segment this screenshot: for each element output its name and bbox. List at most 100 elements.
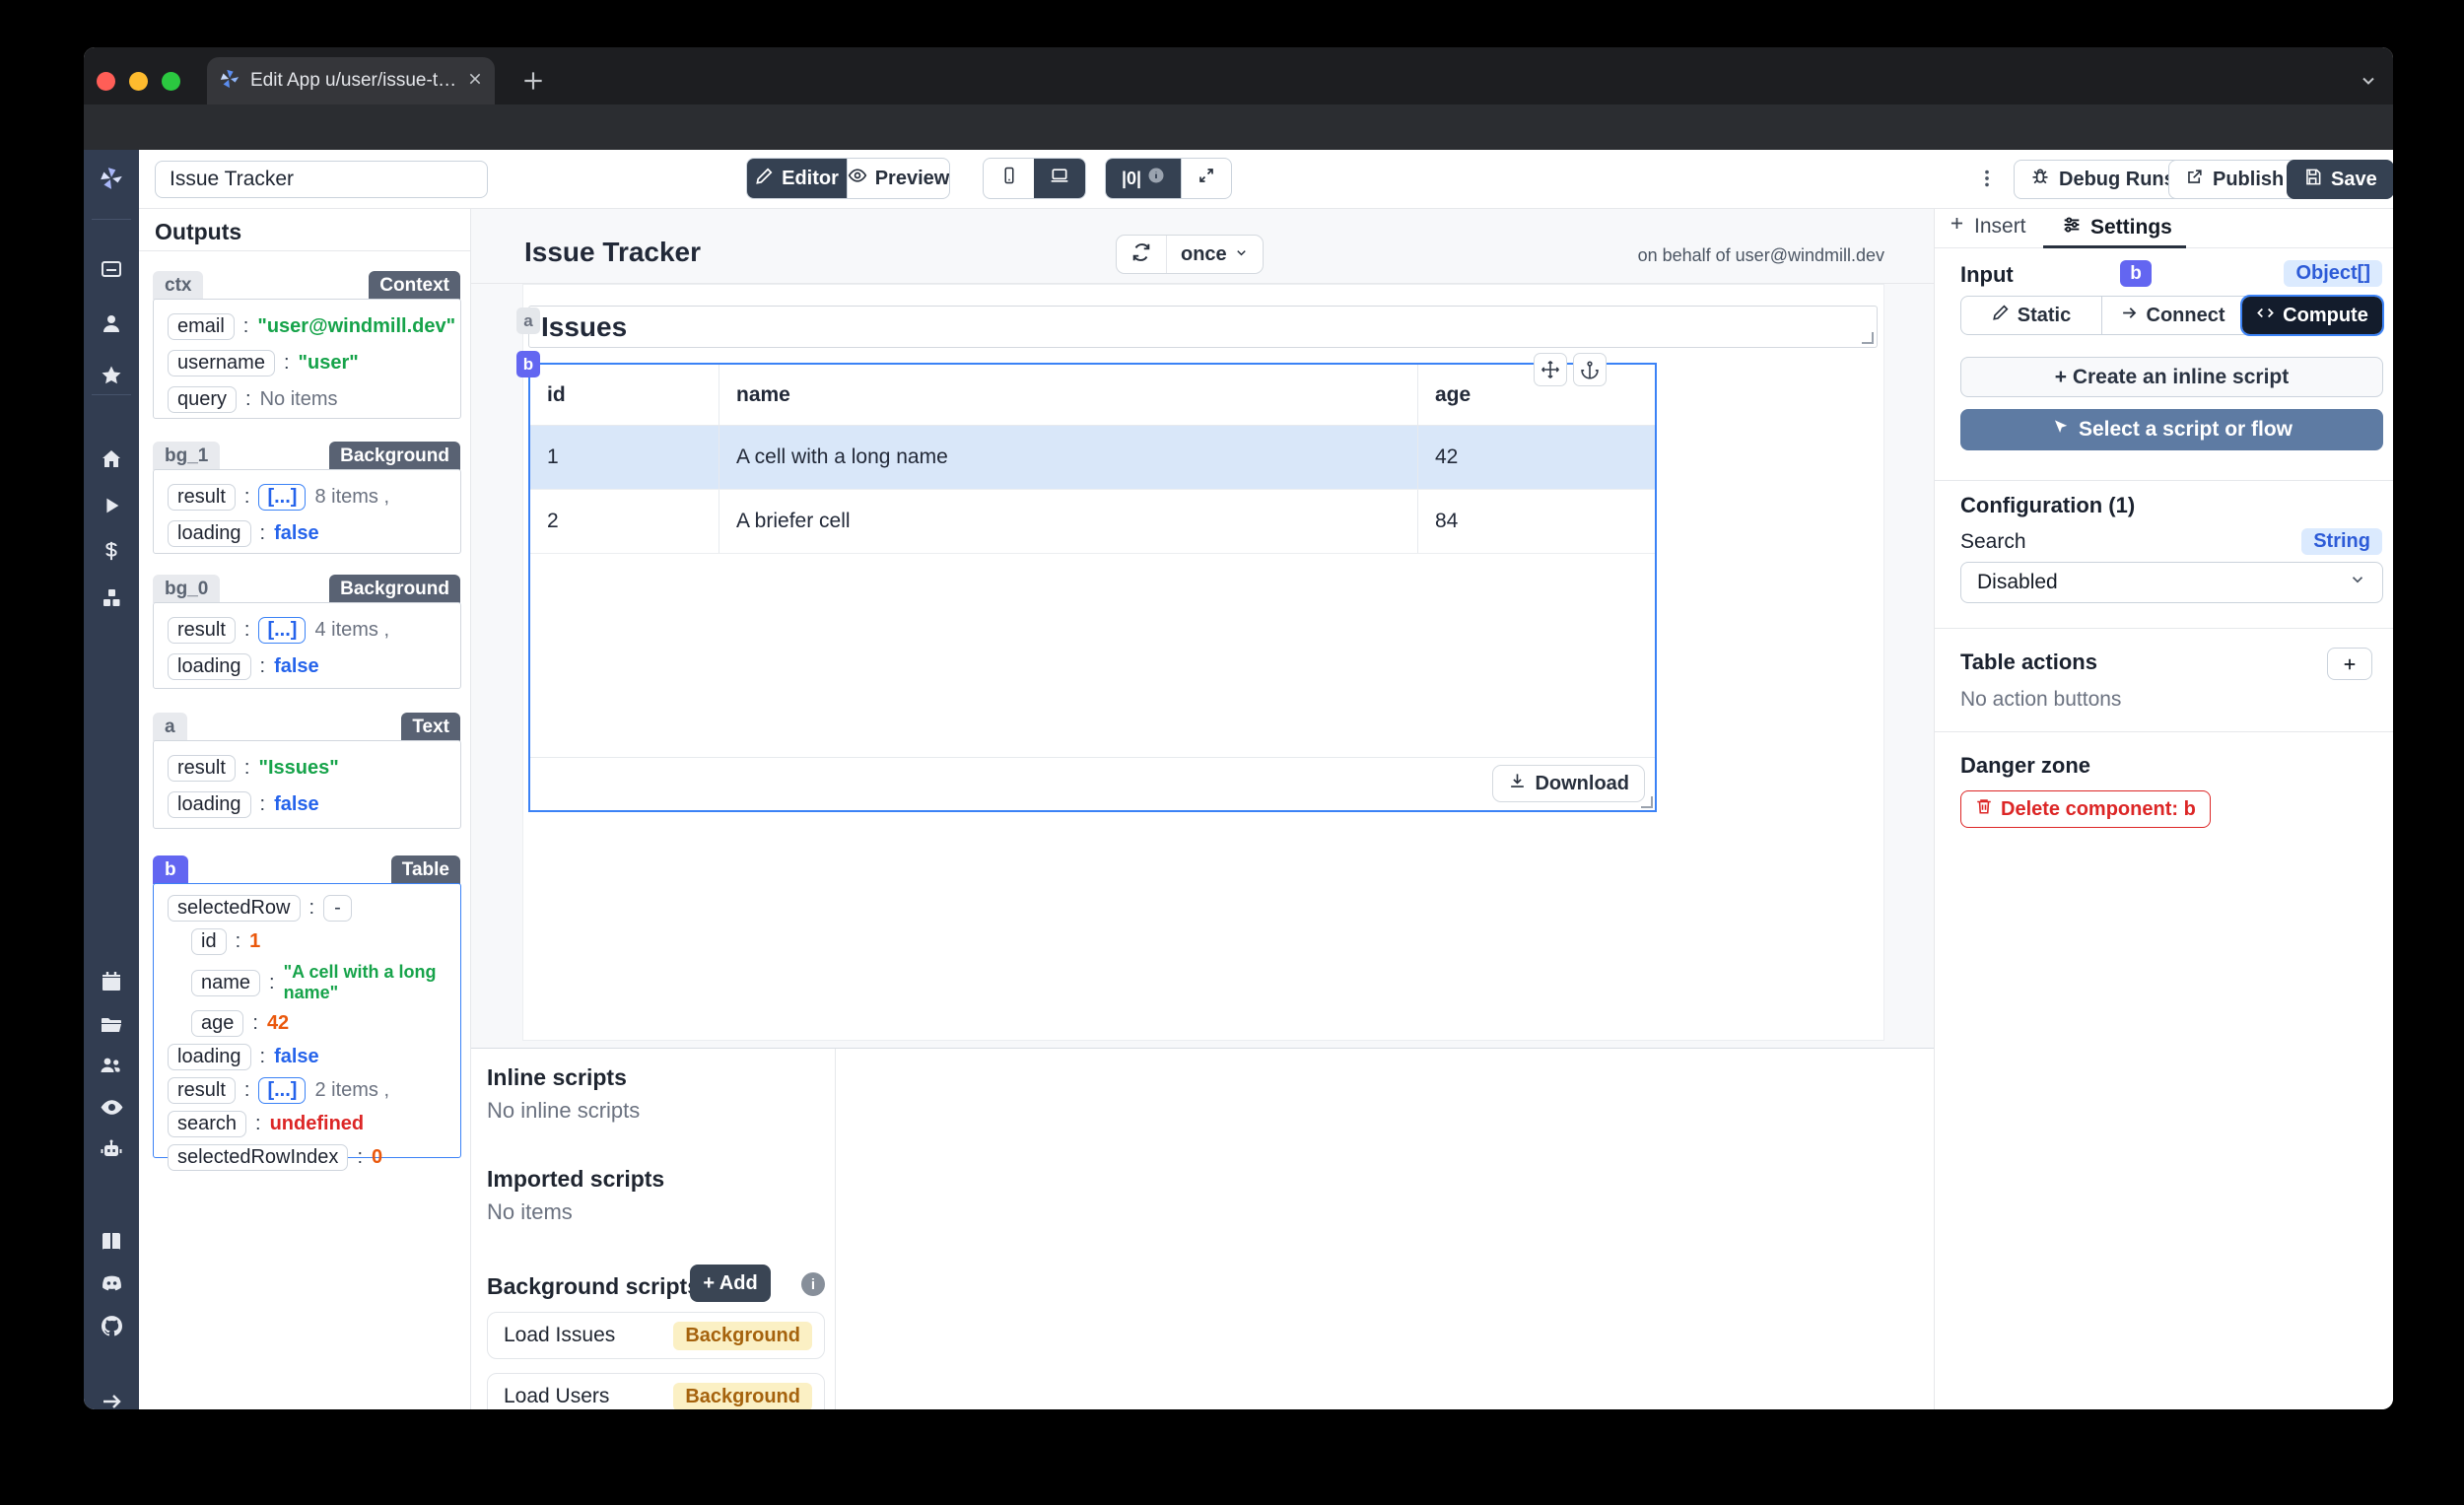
output-key[interactable]: loading <box>168 520 251 547</box>
save-button[interactable]: Save <box>2287 160 2393 199</box>
background-script-item[interactable]: Load Issues Background <box>487 1312 825 1359</box>
output-key[interactable]: loading <box>168 791 251 818</box>
new-tab-button[interactable] <box>520 68 546 99</box>
static-mode-button[interactable]: Static <box>1961 297 2101 334</box>
output-card-a[interactable]: result: "Issues" loading: false <box>153 740 461 829</box>
refresh-button[interactable] <box>1117 236 1166 273</box>
github-icon[interactable] <box>99 1313 124 1338</box>
output-key[interactable]: result <box>168 484 236 511</box>
eye-icon <box>848 166 867 191</box>
resources-boxes-icon[interactable] <box>99 585 124 611</box>
close-tab-icon[interactable] <box>467 71 483 92</box>
audit-eye-icon[interactable] <box>99 1094 124 1120</box>
tab-settings[interactable]: Settings <box>2061 214 2172 241</box>
output-key[interactable]: loading <box>168 1044 251 1070</box>
windmill-logo[interactable] <box>99 166 124 191</box>
table-row[interactable]: 1 A cell with a long name 42 <box>530 426 1655 490</box>
compute-mode-button[interactable]: Compute <box>2240 295 2384 336</box>
app-name-input[interactable]: Issue Tracker <box>155 161 488 198</box>
table-row[interactable]: 2 A briefer cell 84 <box>530 490 1655 554</box>
component-b-table[interactable]: id name age 1 A cell with a long name 42… <box>528 363 1657 812</box>
output-card-bg1[interactable]: result: [...] 8 items , loading: false <box>153 469 461 554</box>
add-table-action-button[interactable] <box>2327 648 2372 680</box>
home-icon[interactable] <box>99 446 124 472</box>
background-script-item[interactable]: Load Users Background <box>487 1373 825 1409</box>
publish-button[interactable]: Publish <box>2168 160 2301 199</box>
variables-dollar-icon[interactable] <box>99 538 124 564</box>
connect-mode-button[interactable]: Connect <box>2101 297 2242 334</box>
ai-robot-icon[interactable] <box>99 1136 124 1162</box>
output-card-tab-a[interactable]: a <box>153 713 187 741</box>
output-card-tab-ctx[interactable]: ctx <box>153 271 204 300</box>
folders-icon[interactable] <box>99 1012 124 1038</box>
component-b-tab[interactable]: b <box>516 351 540 377</box>
output-key[interactable]: selectedRow <box>168 895 301 922</box>
info-icon[interactable]: i <box>801 1272 825 1296</box>
column-header[interactable]: id <box>530 365 719 425</box>
apps-icon[interactable] <box>99 256 124 282</box>
minimize-window-button[interactable] <box>129 72 148 91</box>
debug-runs-button[interactable]: Debug Runs <box>2014 160 2192 199</box>
output-key[interactable]: search <box>168 1111 247 1137</box>
output-card-bg0[interactable]: result: [...] 4 items , loading: false <box>153 602 461 689</box>
user-icon[interactable] <box>99 310 124 336</box>
add-background-script-button[interactable]: + Add <box>690 1265 771 1302</box>
output-key[interactable]: email <box>168 313 235 340</box>
output-key[interactable]: query <box>168 386 238 413</box>
schedules-calendar-icon[interactable] <box>99 969 124 994</box>
output-card-b[interactable]: selectedRow: - id:1 name: "A cell with a l… <box>153 883 461 1171</box>
output-key[interactable]: result <box>168 755 236 782</box>
download-button[interactable]: Download <box>1492 765 1645 802</box>
resize-handle[interactable] <box>1641 796 1653 808</box>
output-key[interactable]: username <box>168 350 275 376</box>
close-window-button[interactable] <box>97 72 115 91</box>
output-key[interactable]: result <box>168 617 236 644</box>
toggle-outputs-panel-button[interactable]: |0| <box>1106 159 1181 198</box>
create-inline-script-button[interactable]: + Create an inline script <box>1960 357 2383 397</box>
delete-component-button[interactable]: Delete component: b <box>1960 790 2211 828</box>
select-script-label: Select a script or flow <box>2078 418 2293 441</box>
download-label: Download <box>1535 772 1629 794</box>
array-pill[interactable]: [...] <box>258 617 307 644</box>
output-card-tab-bg0[interactable]: bg_0 <box>153 575 221 603</box>
output-key[interactable]: loading <box>168 653 251 680</box>
dash-pill[interactable]: - <box>323 895 352 922</box>
more-options-kebab-icon[interactable] <box>1976 168 1998 194</box>
array-pill[interactable]: [...] <box>258 484 307 511</box>
component-a-text[interactable]: Issues <box>528 306 1878 348</box>
preview-tab[interactable]: Preview <box>847 159 949 198</box>
maximize-window-button[interactable] <box>162 72 180 91</box>
favorites-star-icon[interactable] <box>99 363 124 388</box>
output-key[interactable]: id <box>191 928 227 955</box>
tab-search-chevron-icon[interactable] <box>2359 71 2378 96</box>
runs-play-icon[interactable] <box>99 493 124 518</box>
groups-users-icon[interactable] <box>99 1053 124 1078</box>
output-key[interactable]: name <box>191 969 261 996</box>
output-card-ctx[interactable]: email: "user@windmill.dev" username: "user… <box>153 299 461 419</box>
resize-handle[interactable] <box>1862 332 1874 344</box>
desktop-view-button[interactable] <box>1034 159 1085 198</box>
column-header[interactable]: name <box>719 365 1417 425</box>
discord-icon[interactable] <box>99 1269 124 1295</box>
tab-insert[interactable]: Insert <box>1948 214 2026 239</box>
component-a-tab[interactable]: a <box>516 308 540 334</box>
editor-tab[interactable]: Editor <box>747 159 847 198</box>
output-key[interactable]: age <box>191 1010 244 1037</box>
docs-book-icon[interactable] <box>99 1229 124 1255</box>
component-type-badge: Text <box>401 713 460 741</box>
move-component-button[interactable] <box>1534 353 1567 386</box>
scripts-panel: Inline scripts No inline scripts Importe… <box>471 1048 1934 1409</box>
browser-tab[interactable]: Edit App u/user/issue-tracker | <box>207 57 495 104</box>
output-key[interactable]: result <box>168 1077 236 1104</box>
collapse-arrow-icon[interactable] <box>99 1389 124 1409</box>
anchor-component-button[interactable] <box>1573 353 1607 386</box>
refresh-mode-dropdown[interactable]: once <box>1166 236 1263 273</box>
output-card-tab-b[interactable]: b <box>153 855 188 884</box>
fullscreen-button[interactable] <box>1181 159 1231 198</box>
search-mode-select[interactable]: Disabled <box>1960 562 2383 603</box>
mobile-view-button[interactable] <box>984 159 1034 198</box>
array-pill[interactable]: [...] <box>258 1077 307 1104</box>
output-key[interactable]: selectedRowIndex <box>168 1144 349 1171</box>
output-card-tab-bg1[interactable]: bg_1 <box>153 442 221 470</box>
select-script-button[interactable]: Select a script or flow <box>1960 409 2383 450</box>
